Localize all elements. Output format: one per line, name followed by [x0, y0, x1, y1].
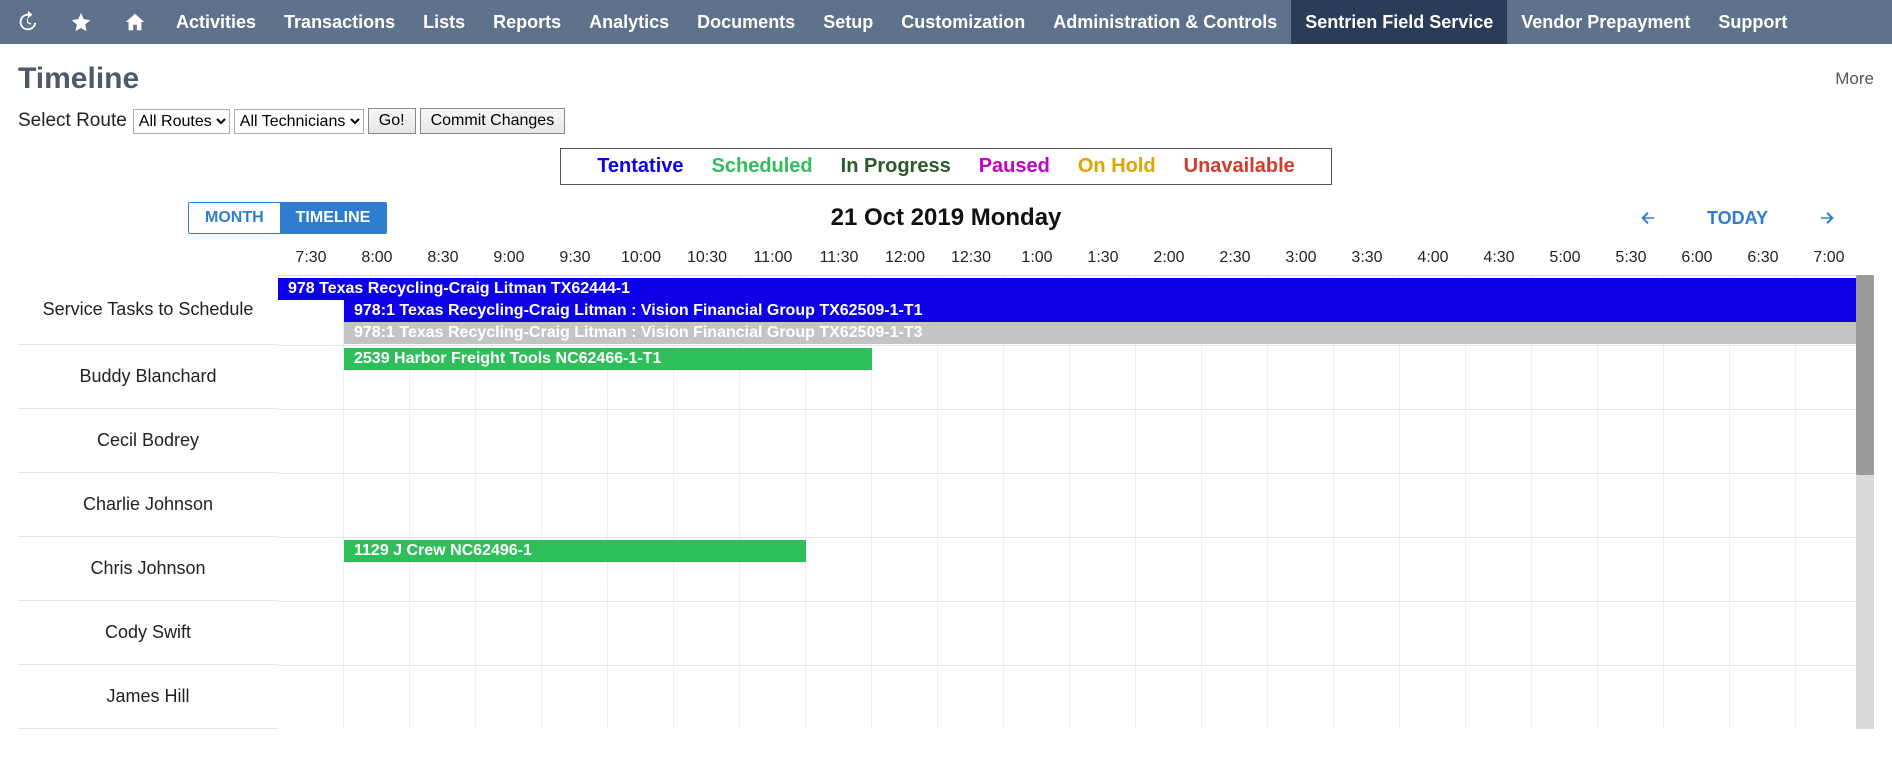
task-bar[interactable]: 978:1 Texas Recycling-Craig Litman : Vis… [344, 322, 1874, 344]
time-slot: 3:30 [1334, 249, 1400, 267]
current-date: 21 Oct 2019 Monday [831, 204, 1062, 232]
view-toggle: MONTH TIMELINE [188, 202, 387, 234]
nav-item-customization[interactable]: Customization [887, 0, 1039, 44]
prev-arrow-icon[interactable] [1635, 209, 1661, 227]
legend-scheduled: Scheduled [712, 155, 813, 178]
time-slot: 4:30 [1466, 249, 1532, 267]
nav-item-sentrien-field-service[interactable]: Sentrien Field Service [1291, 0, 1507, 44]
time-slot: 8:00 [344, 249, 410, 267]
legend-in-progress: In Progress [841, 155, 951, 178]
time-slot: 5:00 [1532, 249, 1598, 267]
legend-paused: Paused [979, 155, 1050, 178]
time-slot: 10:30 [674, 249, 740, 267]
next-arrow-icon[interactable] [1814, 209, 1840, 227]
technician-select[interactable]: All Technicians [234, 109, 364, 134]
nav-item-documents[interactable]: Documents [683, 0, 809, 44]
task-bar[interactable]: 1129 J Crew NC62496-1 [344, 540, 806, 562]
star-icon[interactable] [54, 11, 108, 33]
nav-item-transactions[interactable]: Transactions [270, 0, 409, 44]
time-slot: 3:00 [1268, 249, 1334, 267]
time-slot: 5:30 [1598, 249, 1664, 267]
time-slot: 7:00 [1796, 249, 1862, 267]
task-bar[interactable]: 978 Texas Recycling-Craig Litman TX62444… [278, 278, 1874, 300]
view-row: MONTH TIMELINE 21 Oct 2019 Monday TODAY [0, 201, 1892, 241]
legend-on-hold: On Hold [1078, 155, 1156, 178]
top-nav: ActivitiesTransactionsListsReportsAnalyt… [0, 0, 1892, 44]
time-slot: 6:00 [1664, 249, 1730, 267]
task-bar[interactable]: 978:1 Texas Recycling-Craig Litman : Vis… [344, 300, 1874, 322]
resource-row-label: Charlie Johnson [18, 473, 278, 537]
time-slot: 9:30 [542, 249, 608, 267]
legend-unavailable: Unavailable [1184, 155, 1295, 178]
filter-row: Select Route All Routes All Technicians … [0, 102, 1892, 148]
nav-item-support[interactable]: Support [1704, 0, 1801, 44]
grid-body[interactable]: 978 Texas Recycling-Craig Litman TX62444… [278, 275, 1874, 729]
history-icon[interactable] [0, 11, 54, 33]
nav-item-lists[interactable]: Lists [409, 0, 479, 44]
time-slot: 12:00 [872, 249, 938, 267]
time-slot: 7:30 [278, 249, 344, 267]
task-bar[interactable]: 2539 Harbor Freight Tools NC62466-1-T1 [344, 348, 872, 370]
status-legend: Tentative Scheduled In Progress Paused On Ho… [560, 148, 1332, 185]
nav-item-analytics[interactable]: Analytics [575, 0, 683, 44]
nav-item-setup[interactable]: Setup [809, 0, 887, 44]
nav-item-reports[interactable]: Reports [479, 0, 575, 44]
tab-month[interactable]: MONTH [189, 203, 280, 233]
nav-item-vendor-prepayment[interactable]: Vendor Prepayment [1507, 0, 1704, 44]
time-slot: 1:00 [1004, 249, 1070, 267]
time-header: 7:308:008:309:009:3010:0010:3011:0011:30… [278, 241, 1874, 275]
resource-row-label: Service Tasks to Schedule [18, 275, 278, 345]
time-slot: 2:00 [1136, 249, 1202, 267]
time-slot: 10:00 [608, 249, 674, 267]
resource-row-label: Chris Johnson [18, 537, 278, 601]
time-slot: 2:30 [1202, 249, 1268, 267]
page-title: Timeline [18, 62, 139, 96]
select-route-label: Select Route [18, 110, 127, 132]
time-slot: 11:30 [806, 249, 872, 267]
legend-tentative: Tentative [597, 155, 683, 178]
go-button[interactable]: Go! [368, 108, 416, 134]
route-select[interactable]: All Routes [133, 109, 230, 134]
time-slot: 11:00 [740, 249, 806, 267]
vertical-scrollbar-thumb[interactable] [1856, 275, 1874, 475]
time-slot: 12:30 [938, 249, 1004, 267]
timeline-gantt: Service Tasks to ScheduleBuddy Blanchard… [0, 241, 1892, 729]
resource-row-label: James Hill [18, 665, 278, 729]
time-slot: 8:30 [410, 249, 476, 267]
commit-changes-button[interactable]: Commit Changes [420, 108, 566, 134]
tab-timeline[interactable]: TIMELINE [280, 203, 387, 233]
resource-row-label: Buddy Blanchard [18, 345, 278, 409]
time-slot: 4:00 [1400, 249, 1466, 267]
time-slot: 9:00 [476, 249, 542, 267]
time-slot: 1:30 [1070, 249, 1136, 267]
home-icon[interactable] [108, 11, 162, 33]
nav-item-activities[interactable]: Activities [162, 0, 270, 44]
resource-row-label: Cecil Bodrey [18, 409, 278, 473]
nav-item-administration-controls[interactable]: Administration & Controls [1039, 0, 1291, 44]
time-slot: 6:30 [1730, 249, 1796, 267]
page-header: Timeline More [0, 44, 1892, 102]
resource-row-label: Cody Swift [18, 601, 278, 665]
today-button[interactable]: TODAY [1707, 208, 1768, 229]
more-link[interactable]: More [1835, 69, 1874, 89]
